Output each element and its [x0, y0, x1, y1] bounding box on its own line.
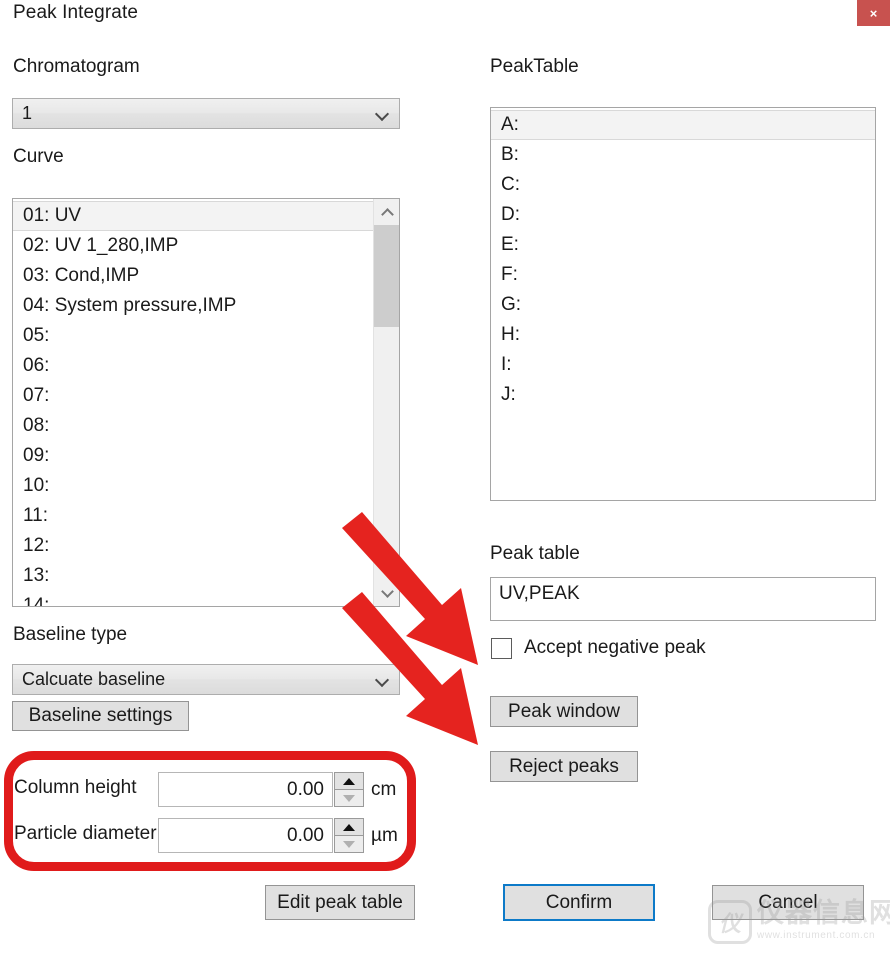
curve-label: Curve [13, 146, 64, 167]
peak-integrate-dialog: Peak Integrate × Chromatogram 1 Curve 01… [0, 0, 890, 962]
title-bar: Peak Integrate × [0, 0, 890, 28]
curve-listbox[interactable]: 01: UV 02: UV 1_280,IMP 03: Cond,IMP 04: Sy… [12, 198, 400, 607]
baseline-settings-button[interactable]: Baseline settings [12, 701, 189, 731]
peaktable-list-rows: A: B: C: D: E: F: G: H: I: J: [491, 108, 875, 410]
peaktable-list-item[interactable]: C: [491, 170, 875, 200]
edit-peak-table-button[interactable]: Edit peak table [265, 885, 415, 920]
chevron-down-icon [377, 674, 388, 685]
baseline-type-select[interactable]: Calcuate baseline [12, 664, 400, 695]
particle-diameter-value: 0.00 [287, 824, 324, 846]
curve-list-item[interactable]: 02: UV 1_280,IMP [13, 231, 399, 261]
curve-list-item[interactable]: 11: [13, 501, 399, 531]
particle-diameter-unit: µm [371, 825, 398, 846]
confirm-button[interactable]: Confirm [503, 884, 655, 921]
chevron-up-icon [380, 207, 394, 221]
curve-list-item[interactable]: 14: [13, 591, 399, 606]
highlight-annotation-box [4, 751, 416, 871]
column-height-input[interactable]: 0.00 [158, 772, 333, 807]
baseline-type-select-value: Calcuate baseline [22, 669, 166, 689]
spinner-up-icon[interactable] [334, 772, 364, 790]
particle-diameter-stepper[interactable] [334, 818, 364, 853]
spinner-down-icon[interactable] [334, 790, 364, 807]
curve-list-item[interactable]: 09: [13, 441, 399, 471]
particle-diameter-label: Particle diameter [14, 823, 157, 844]
chromatogram-select-value: 1 [22, 103, 33, 123]
curve-list-item[interactable]: 04: System pressure,IMP [13, 291, 399, 321]
column-height-stepper[interactable] [334, 772, 364, 807]
curve-list-item[interactable]: 05: [13, 321, 399, 351]
spinner-down-icon[interactable] [334, 836, 364, 853]
reject-peaks-button[interactable]: Reject peaks [490, 751, 638, 782]
column-height-label: Column height [14, 777, 137, 798]
watermark-url: www.instrument.com.cn [757, 930, 876, 941]
chromatogram-label: Chromatogram [13, 56, 140, 77]
close-icon: × [869, 5, 878, 21]
chevron-down-icon [377, 108, 388, 119]
peak-window-button[interactable]: Peak window [490, 696, 638, 727]
peaktable-list-item[interactable]: E: [491, 230, 875, 260]
scroll-down-button[interactable] [374, 580, 399, 606]
curve-list-item[interactable]: 12: [13, 531, 399, 561]
curve-list-item[interactable]: 13: [13, 561, 399, 591]
cancel-button[interactable]: Cancel [712, 885, 864, 920]
accept-negative-peak-checkbox[interactable]: Accept negative peak [491, 637, 706, 659]
curve-list-item[interactable]: 07: [13, 381, 399, 411]
peaktable-list-item[interactable]: I: [491, 350, 875, 380]
curve-list-item[interactable]: 01: UV [13, 201, 399, 231]
accept-negative-peak-label: Accept negative peak [524, 637, 706, 658]
baseline-type-label: Baseline type [13, 624, 128, 645]
column-height-value: 0.00 [287, 778, 324, 800]
checkbox-box-icon [491, 637, 512, 659]
peaktable-list-item[interactable]: G: [491, 290, 875, 320]
chevron-down-icon [380, 584, 394, 598]
curve-list-item[interactable]: 03: Cond,IMP [13, 261, 399, 291]
peaktable-listbox[interactable]: A: B: C: D: E: F: G: H: I: J: [490, 107, 876, 501]
peak-table-label: Peak table [490, 543, 580, 564]
peak-table-input[interactable]: UV,PEAK [490, 577, 876, 621]
peaktable-list-item[interactable]: F: [491, 260, 875, 290]
curve-list-item[interactable]: 06: [13, 351, 399, 381]
column-height-unit: cm [371, 779, 397, 800]
peaktable-list-item[interactable]: J: [491, 380, 875, 410]
peaktable-list-item[interactable]: B: [491, 140, 875, 170]
peaktable-label: PeakTable [490, 56, 579, 77]
curve-list-rows: 01: UV 02: UV 1_280,IMP 03: Cond,IMP 04: Sy… [13, 199, 399, 606]
curve-list-item[interactable]: 08: [13, 411, 399, 441]
peaktable-list-item[interactable]: H: [491, 320, 875, 350]
peaktable-list-item[interactable]: D: [491, 200, 875, 230]
peaktable-list-item[interactable]: A: [491, 110, 875, 140]
curve-list-item[interactable]: 10: [13, 471, 399, 501]
chromatogram-select[interactable]: 1 [12, 98, 400, 129]
peak-table-value: UV,PEAK [499, 583, 580, 604]
particle-diameter-input[interactable]: 0.00 [158, 818, 333, 853]
curve-list-scrollbar[interactable] [373, 199, 399, 606]
close-button[interactable]: × [857, 0, 890, 26]
spinner-up-icon[interactable] [334, 818, 364, 836]
page-title: Peak Integrate [13, 2, 138, 23]
scroll-up-button[interactable] [374, 199, 399, 225]
scrollbar-thumb[interactable] [374, 225, 399, 327]
